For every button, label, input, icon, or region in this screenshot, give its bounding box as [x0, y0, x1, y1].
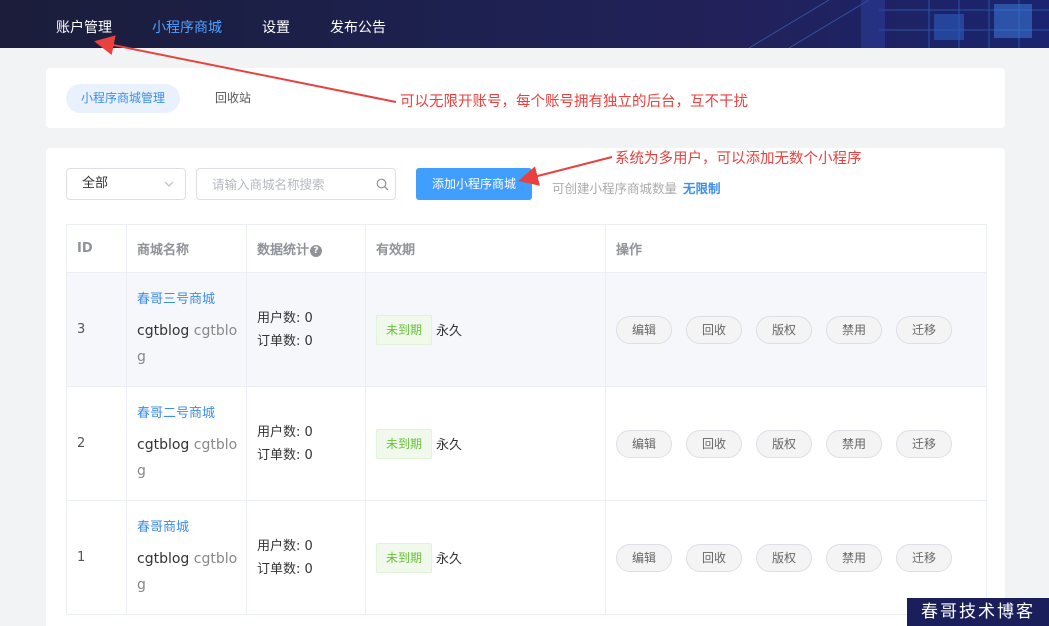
mall-owner: cgtblog cgtblog — [137, 318, 246, 370]
status-badge: 未到期 — [376, 314, 433, 345]
order-count: 订单数: 0 — [257, 447, 313, 463]
row-mall-cell: 春哥商城 cgtblog cgtblog — [126, 500, 247, 615]
question-icon[interactable]: ? — [310, 245, 323, 257]
quota-info: 可创建小程序商城数量 无限制 — [552, 178, 721, 197]
table-row: 1 春哥商城 cgtblog cgtblog 用户数: 0 订单数: 0 未到期… — [66, 500, 987, 615]
tab-mall-management[interactable]: 小程序商城管理 — [66, 84, 180, 113]
validity-text: 永久 — [436, 552, 463, 567]
row-stats: 用户数: 0 订单数: 0 — [246, 386, 366, 501]
row-stats: 用户数: 0 订单数: 0 — [246, 500, 366, 615]
recycle-button[interactable]: 回收 — [686, 429, 742, 458]
search-box — [196, 168, 396, 200]
table-row: 3 春哥三号商城 cgtblog cgtblog 用户数: 0 订单数: 0 未… — [66, 272, 987, 387]
header-id: ID — [66, 224, 127, 273]
disable-button[interactable]: 禁用 — [826, 543, 882, 572]
row-actions: 编辑 回收 版权 禁用 迁移 — [605, 386, 987, 501]
quota-label: 可创建小程序商城数量 — [552, 181, 678, 196]
table-row: 2 春哥二号商城 cgtblog cgtblog 用户数: 0 订单数: 0 未… — [66, 386, 987, 501]
header-mall-name: 商城名称 — [126, 224, 247, 273]
row-id: 2 — [66, 386, 127, 501]
search-input[interactable] — [197, 169, 367, 199]
status-badge: 未到期 — [376, 428, 433, 459]
owner-username: cgtblog — [137, 322, 190, 339]
mall-list-card: 全部 添加小程序商城 可创建小程序商城数量无限制 ID 商城名称 数据统计? 有… — [46, 148, 1005, 626]
quota-value: 无限制 — [683, 181, 721, 196]
mall-table: ID 商城名称 数据统计? 有效期 操作 3 春哥三号商城 cgtblog cg… — [66, 224, 987, 615]
copyright-button[interactable]: 版权 — [756, 543, 812, 572]
edit-button[interactable]: 编辑 — [616, 429, 672, 458]
status-badge: 未到期 — [376, 542, 433, 573]
tab-recycle-bin[interactable]: 回收站 — [215, 84, 251, 113]
nav-account-management[interactable]: 账户管理 — [56, 0, 112, 48]
table-header-row: ID 商城名称 数据统计? 有效期 操作 — [66, 224, 987, 273]
recycle-button[interactable]: 回收 — [686, 315, 742, 344]
mall-name-link[interactable]: 春哥二号商城 — [137, 404, 246, 424]
row-stats: 用户数: 0 订单数: 0 — [246, 272, 366, 387]
nav-announcements[interactable]: 发布公告 — [330, 0, 386, 48]
header-stats-label: 数据统计 — [257, 243, 310, 258]
recycle-button[interactable]: 回收 — [686, 543, 742, 572]
row-mall-cell: 春哥三号商城 cgtblog cgtblog — [126, 272, 247, 387]
nav-mini-program-mall[interactable]: 小程序商城 — [152, 0, 222, 48]
owner-username: cgtblog — [137, 436, 190, 453]
copyright-button[interactable]: 版权 — [756, 315, 812, 344]
edit-button[interactable]: 编辑 — [616, 543, 672, 572]
status-filter-select[interactable]: 全部 — [66, 168, 186, 200]
row-actions: 编辑 回收 版权 禁用 迁移 — [605, 272, 987, 387]
top-nav: 账户管理 小程序商城 设置 发布公告 — [0, 0, 1049, 48]
disable-button[interactable]: 禁用 — [826, 429, 882, 458]
user-count: 用户数: 0 — [257, 538, 313, 554]
tech-grid-decoration — [748, 0, 1049, 48]
annotation-multi-user: 系统为多用户，可以添加无数个小程序 — [615, 151, 862, 167]
mall-name-link[interactable]: 春哥三号商城 — [137, 290, 246, 310]
validity-text: 永久 — [436, 438, 463, 453]
user-count: 用户数: 0 — [257, 424, 313, 440]
row-validity: 未到期 永久 — [365, 500, 606, 615]
search-icon[interactable] — [376, 178, 389, 191]
migrate-button[interactable]: 迁移 — [896, 429, 952, 458]
header-stats: 数据统计? — [246, 224, 366, 273]
annotation-unlimited-accounts: 可以无限开账号，每个账号拥有独立的后台，互不干扰 — [400, 94, 748, 110]
row-id: 1 — [66, 500, 127, 615]
add-mall-button[interactable]: 添加小程序商城 — [416, 168, 532, 200]
nav-settings[interactable]: 设置 — [262, 0, 290, 48]
mall-owner: cgtblog cgtblog — [137, 546, 246, 598]
mall-name-link[interactable]: 春哥商城 — [137, 518, 246, 538]
order-count: 订单数: 0 — [257, 561, 313, 577]
row-validity: 未到期 永久 — [365, 386, 606, 501]
mall-owner: cgtblog cgtblog — [137, 432, 246, 484]
header-validity: 有效期 — [365, 224, 606, 273]
disable-button[interactable]: 禁用 — [826, 315, 882, 344]
migrate-button[interactable]: 迁移 — [896, 315, 952, 344]
row-validity: 未到期 永久 — [365, 272, 606, 387]
order-count: 订单数: 0 — [257, 333, 313, 349]
edit-button[interactable]: 编辑 — [616, 315, 672, 344]
validity-text: 永久 — [436, 324, 463, 339]
chevron-down-icon — [164, 181, 174, 187]
user-count: 用户数: 0 — [257, 310, 313, 326]
row-mall-cell: 春哥二号商城 cgtblog cgtblog — [126, 386, 247, 501]
migrate-button[interactable]: 迁移 — [896, 543, 952, 572]
row-id: 3 — [66, 272, 127, 387]
status-filter-value: 全部 — [82, 176, 109, 191]
copyright-button[interactable]: 版权 — [756, 429, 812, 458]
watermark-badge: 春哥技术博客 — [907, 598, 1049, 626]
owner-username: cgtblog — [137, 550, 190, 567]
header-actions: 操作 — [605, 224, 987, 273]
